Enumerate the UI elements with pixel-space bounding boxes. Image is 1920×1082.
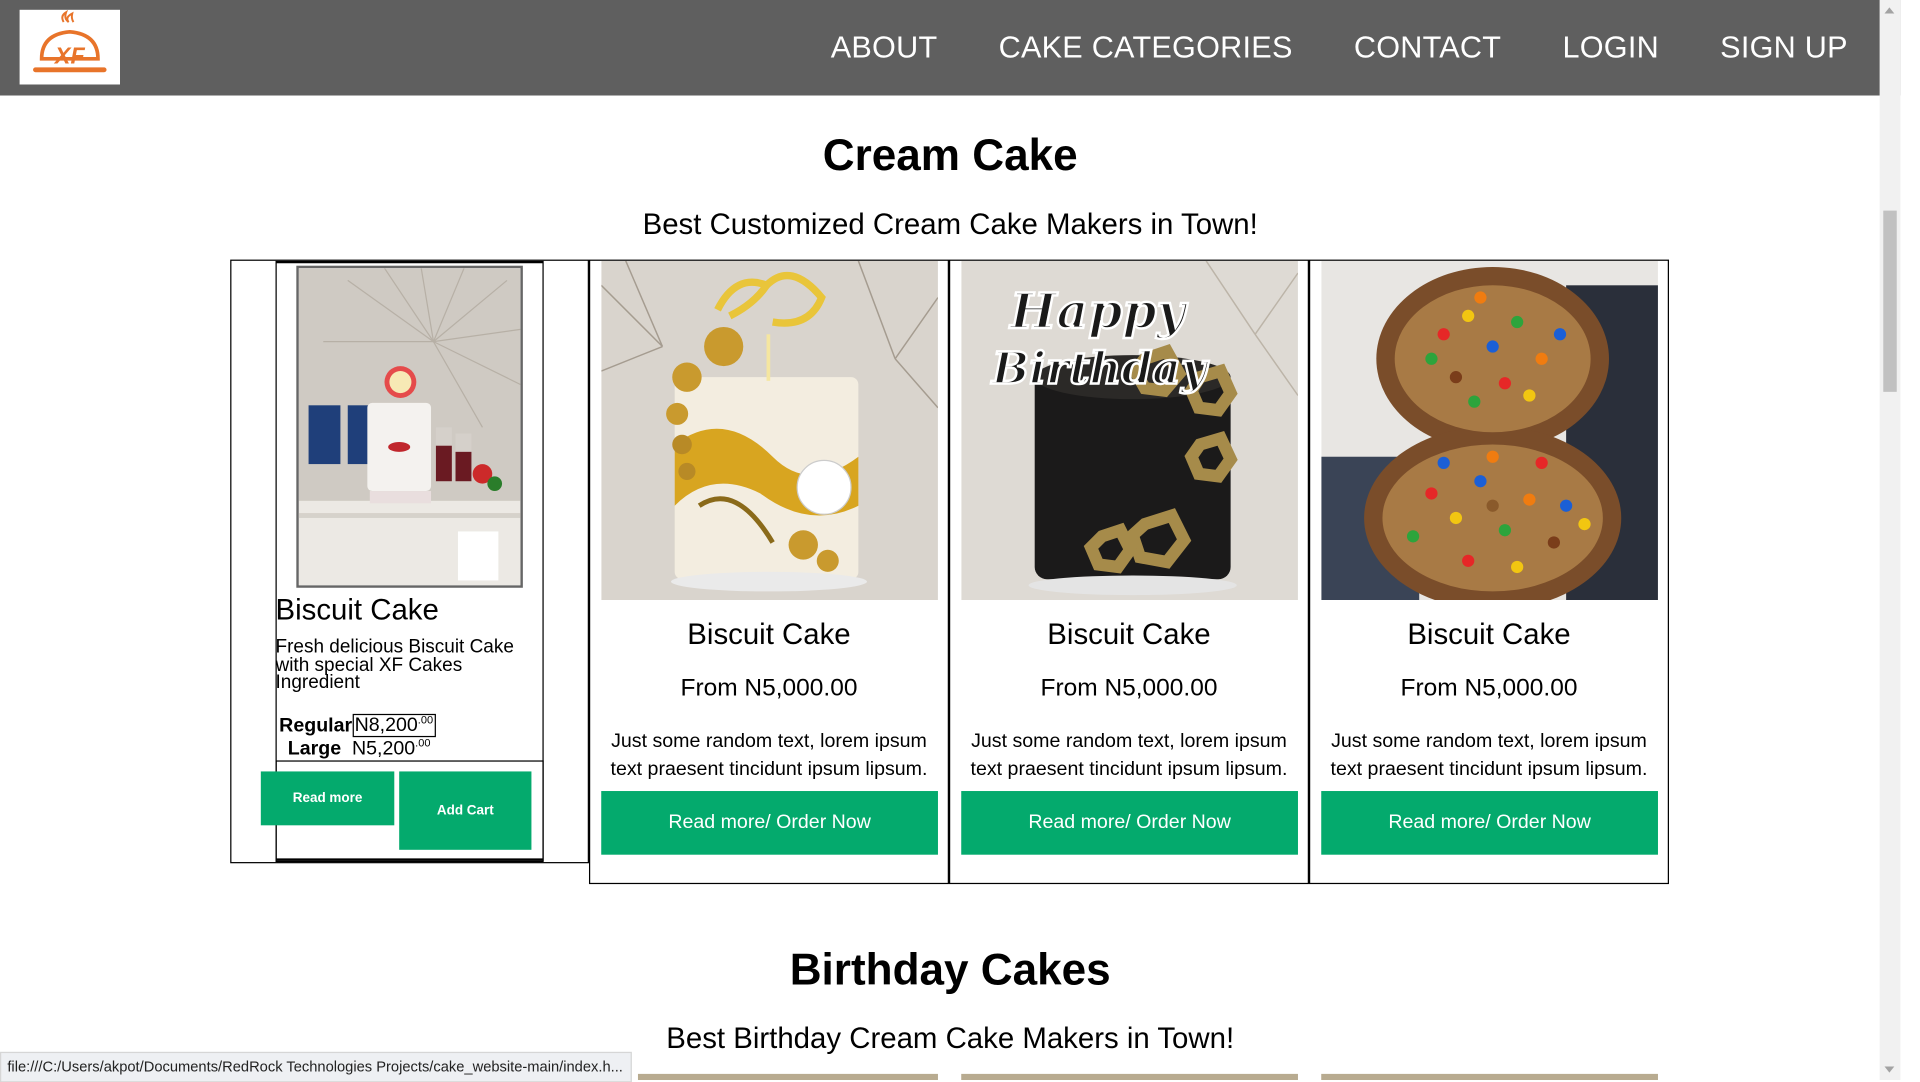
nav-login[interactable]: LOGIN — [1562, 30, 1658, 66]
cake-description: Just some random text, lorem ipsum text … — [1330, 731, 1648, 781]
read-more-order-button[interactable]: Read more/ Order Now — [961, 791, 1298, 855]
nav-cake-categories[interactable]: CAKE CATEGORIES — [999, 30, 1293, 66]
cake-price: From N5,000.00 — [1040, 674, 1218, 702]
next-cake-image — [637, 1073, 938, 1081]
price-regular-label: Regular — [279, 715, 353, 737]
featured-cake-image — [296, 265, 523, 588]
cake-card: Biscuit Cake From N5,000.00 Just some ra… — [588, 259, 949, 885]
cake-image — [1321, 260, 1658, 601]
price-regular-amount: N8,200 — [354, 715, 418, 737]
top-navbar: XF ABOUT CAKE CATEGORIES CONTACT LOGIN S… — [0, 0, 1901, 96]
nav-contact[interactable]: CONTACT — [1354, 30, 1501, 66]
add-cart-button[interactable]: Add Cart — [399, 771, 532, 850]
cake-description: Just some random text, lorem ipsum text … — [610, 731, 928, 781]
logo-text: XF — [53, 43, 86, 69]
next-cake-image — [961, 1073, 1298, 1081]
next-cake-image — [1321, 1073, 1658, 1081]
scroll-up-arrow-icon[interactable] — [1884, 7, 1895, 14]
featured-cake-description: Fresh delicious Biscuit Cake with specia… — [275, 636, 514, 694]
cake-image: Happy Birthday — [961, 260, 1298, 601]
price-regular: Regular N8,200.00 — [279, 713, 436, 738]
nav-about[interactable]: ABOUT — [831, 30, 938, 66]
svg-text:Birthday: Birthday — [990, 343, 1210, 394]
scroll-down-arrow-icon[interactable] — [1884, 1066, 1895, 1073]
price-large-label: Large — [287, 738, 342, 760]
cake-name: Biscuit Cake — [1407, 618, 1571, 652]
price-large-value: N5,200.00 — [352, 737, 431, 760]
main-nav: ABOUT CAKE CATEGORIES CONTACT LOGIN SIGN… — [831, 0, 1848, 96]
vertical-scrollbar[interactable] — [1879, 0, 1901, 1081]
page: XF ABOUT CAKE CATEGORIES CONTACT LOGIN S… — [0, 0, 1901, 1082]
featured-cake-name: Biscuit Cake — [275, 593, 439, 627]
cake-price: From N5,000.00 — [1400, 674, 1578, 702]
cake-card: Biscuit Cake From N5,000.00 Just some ra… — [1308, 259, 1669, 885]
price-regular-value: N8,200.00 — [352, 713, 436, 738]
site-logo[interactable]: XF — [19, 9, 121, 85]
read-more-button[interactable]: Read more — [260, 771, 395, 826]
cake-price: From N5,000.00 — [680, 674, 858, 702]
cake-name: Biscuit Cake — [687, 618, 851, 652]
read-more-order-button[interactable]: Read more/ Order Now — [1321, 791, 1658, 855]
price-large: Large N5,200.00 — [288, 737, 431, 761]
chef-hat-icon: XF — [33, 9, 107, 73]
section-subtitle-cream-cake: Best Customized Cream Cake Makers in Tow… — [642, 208, 1258, 242]
section-title-birthday-cakes: Birthday Cakes — [789, 944, 1111, 995]
section-title-cream-cake: Cream Cake — [822, 129, 1078, 181]
svg-text:Happy: Happy — [1008, 282, 1188, 340]
cake-name: Biscuit Cake — [1047, 618, 1211, 652]
browser-status-bar: file:///C:/Users/akpot/Documents/RedRock… — [0, 1051, 632, 1082]
price-large-cents: .00 — [415, 737, 431, 750]
cake-description: Just some random text, lorem ipsum text … — [970, 731, 1288, 781]
scrollbar-thumb[interactable] — [1883, 210, 1897, 392]
read-more-order-button[interactable]: Read more/ Order Now — [601, 791, 938, 855]
cake-card: Happy Birthday Biscuit Cake From N5,000.… — [948, 259, 1309, 885]
nav-sign-up[interactable]: SIGN UP — [1720, 30, 1848, 66]
price-regular-cents: .00 — [417, 713, 434, 727]
cake-image — [601, 260, 938, 601]
price-large-amount: N5,200 — [352, 738, 416, 760]
